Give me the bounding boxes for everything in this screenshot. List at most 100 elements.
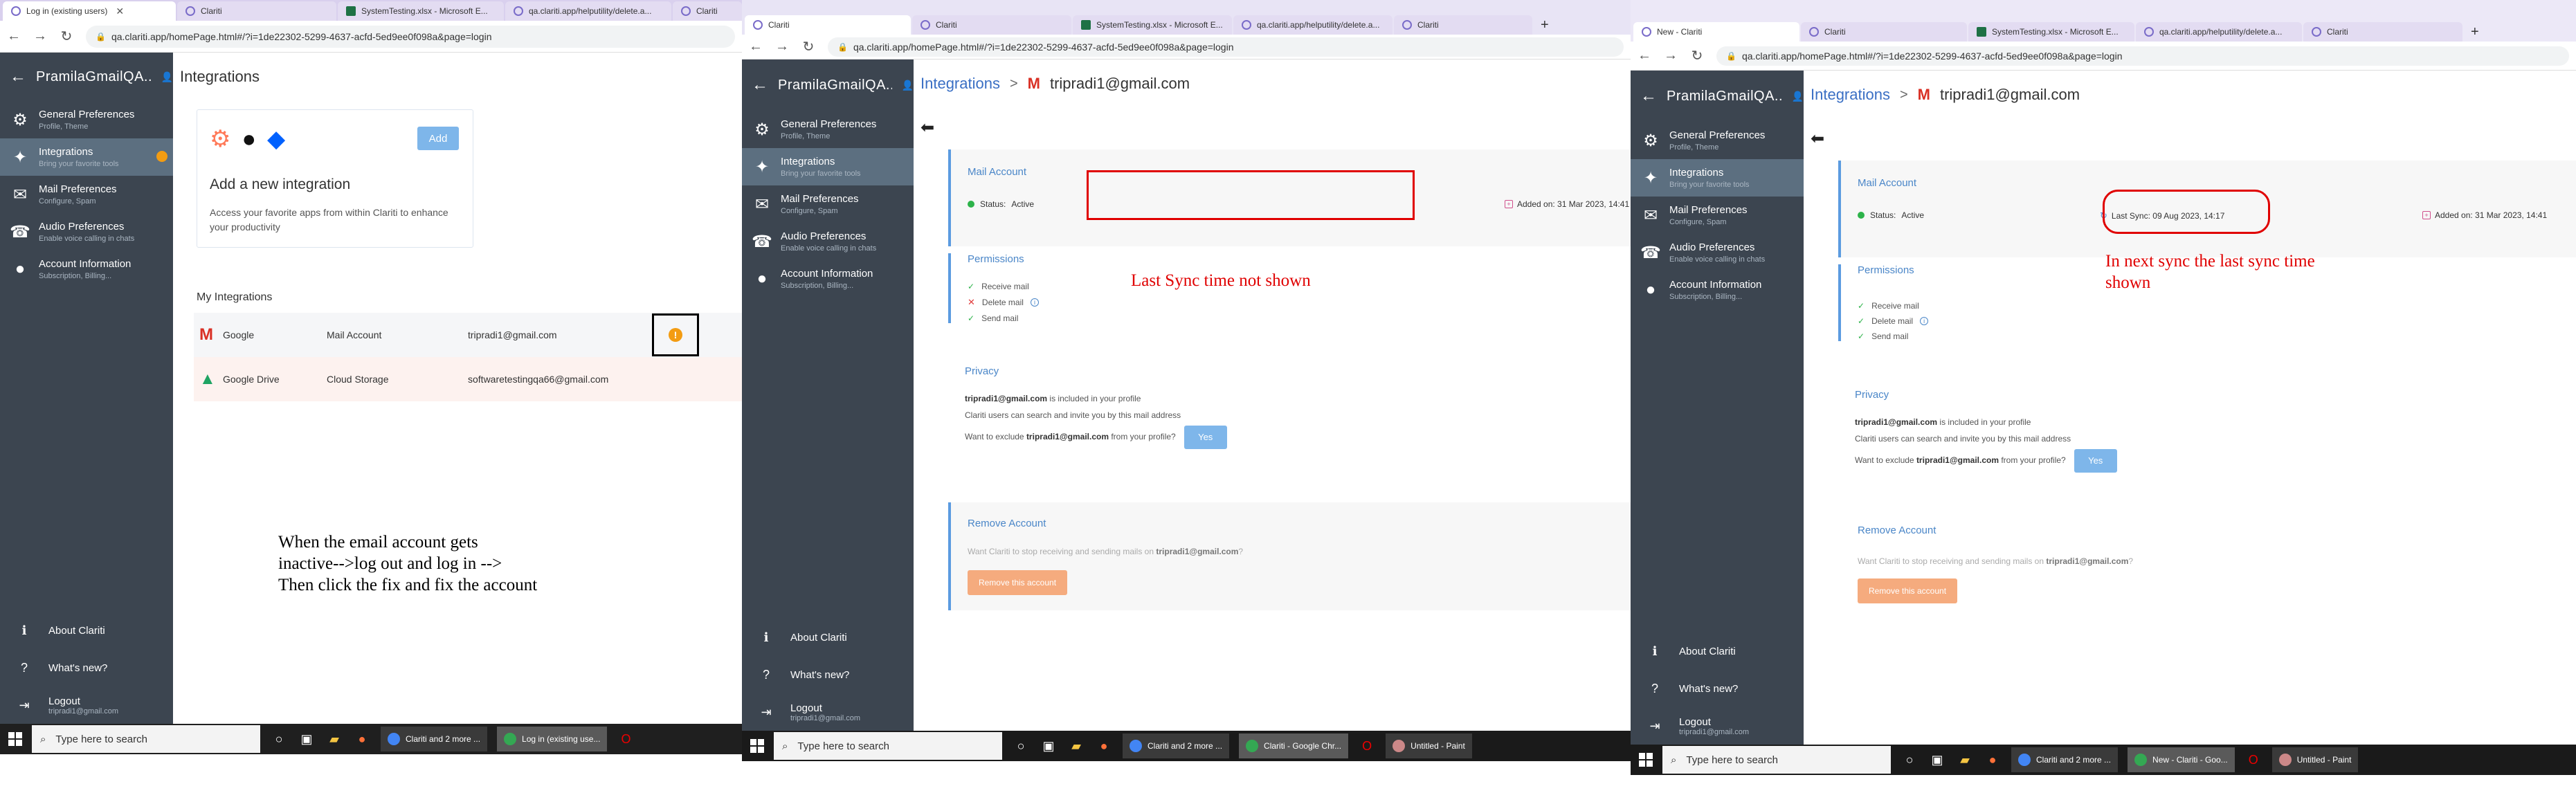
taskbar-app[interactable]: Untitled - Paint	[1386, 733, 1472, 758]
firefox-icon[interactable]: ●	[353, 730, 371, 748]
back-arrow-icon[interactable]: ⬅	[920, 118, 934, 138]
about-link[interactable]: ℹ About Clariti	[1631, 632, 1804, 670]
tab-delete[interactable]: qa.clariti.app/helputility/delete.a...	[505, 1, 671, 21]
tab-delete[interactable]: qa.clariti.app/helputility/delete.a...	[2136, 22, 2302, 42]
opera-icon[interactable]: O	[2244, 751, 2262, 769]
tab-clariti[interactable]: Clariti	[1394, 15, 1532, 35]
sidebar-item-account[interactable]: ● Account Information Subscription, Billin…	[742, 260, 914, 298]
remove-account-button[interactable]: Remove this account	[968, 570, 1067, 595]
breadcrumb-integrations[interactable]: Integrations	[1811, 86, 1890, 104]
file-explorer-icon[interactable]: ▰	[325, 730, 343, 748]
tab-clariti[interactable]: Clariti	[745, 15, 911, 35]
tab-clariti[interactable]: Clariti	[673, 1, 742, 21]
about-link[interactable]: ℹ About Clariti	[0, 612, 173, 649]
back-arrow-icon[interactable]: ←	[7, 28, 21, 44]
taskbar-app[interactable]: Clariti and 2 more ...	[381, 727, 488, 751]
back-arrow-icon[interactable]: ←	[1640, 86, 1657, 106]
back-arrow-icon[interactable]: ←	[10, 67, 26, 86]
cortana-icon[interactable]: ○	[270, 730, 288, 748]
new-tab-button[interactable]: +	[1534, 15, 1556, 35]
about-link[interactable]: ℹ About Clariti	[742, 619, 914, 656]
taskbar-app[interactable]: New - Clariti - Goo...	[2128, 747, 2235, 772]
info-icon[interactable]: i	[1030, 298, 1039, 307]
url-input[interactable]: 🔒 qa.clariti.app/homePage.html#/?i=1de223…	[1716, 46, 2569, 66]
logout-link[interactable]: ⇥ Logout tripradi1@gmail.com	[742, 693, 914, 731]
sidebar-item-mail[interactable]: ✉ Mail Preferences Configure, Spam	[742, 185, 914, 223]
logout-link[interactable]: ⇥ Logout tripradi1@gmail.com	[0, 686, 173, 724]
sidebar-item-general[interactable]: ⚙ General Preferences Profile, Theme	[742, 111, 914, 148]
url-input[interactable]: 🔒 qa.clariti.app/homePage.html#/?i=1de223…	[86, 25, 735, 48]
file-explorer-icon[interactable]: ▰	[1956, 751, 1974, 769]
back-arrow-icon[interactable]: ⬅	[1811, 129, 1824, 149]
sidebar-item-audio[interactable]: ☎ Audio Preferences Enable voice calling i…	[0, 213, 173, 250]
taskbar-app[interactable]: Clariti and 2 more ...	[2011, 747, 2119, 772]
tab-delete[interactable]: qa.clariti.app/helputility/delete.a...	[1233, 15, 1393, 35]
yes-button[interactable]: Yes	[2074, 449, 2117, 473]
windows-start-icon[interactable]	[1639, 753, 1653, 767]
task-view-icon[interactable]: ▣	[1040, 737, 1058, 755]
back-arrow-icon[interactable]: ←	[752, 75, 768, 95]
sidebar-item-audio[interactable]: ☎ Audio Preferences Enable voice calling i…	[1631, 234, 1804, 271]
forward-arrow-icon[interactable]: →	[33, 28, 47, 44]
remove-account-button[interactable]: Remove this account	[1858, 578, 1957, 603]
yes-button[interactable]: Yes	[1183, 426, 1227, 449]
cortana-icon[interactable]: ○	[1012, 737, 1030, 755]
whats-new-link[interactable]: ? What's new?	[742, 656, 914, 693]
taskbar-search[interactable]: ⌕ Type here to search	[774, 732, 1002, 760]
privacy-text: is included in your profile	[1047, 394, 1141, 403]
fix-warning-icon[interactable]: !	[669, 328, 682, 342]
firefox-icon[interactable]: ●	[1984, 751, 2002, 769]
sidebar-item-audio[interactable]: ☎ Audio Preferences Enable voice calling i…	[742, 223, 914, 260]
sidebar-item-integrations[interactable]: ✦ Integrations Bring your favorite tools	[742, 148, 914, 185]
integration-row-drive[interactable]: ▲ Google Drive Cloud Storage softwaretes…	[194, 357, 742, 401]
windows-start-icon[interactable]	[8, 732, 22, 746]
sidebar-item-general[interactable]: ⚙ General Preferences Profile, Theme	[1631, 122, 1804, 159]
sidebar-item-account[interactable]: ● Account Information Subscription, Billin…	[1631, 271, 1804, 309]
info-icon[interactable]: i	[1920, 317, 1929, 325]
url-input[interactable]: 🔒 qa.clariti.app/homePage.html#/?i=1de223…	[828, 37, 1624, 57]
tab-excel[interactable]: SystemTesting.xlsx - Microsoft E...	[1968, 22, 2134, 42]
windows-start-icon[interactable]	[750, 739, 764, 753]
tab-excel[interactable]: SystemTesting.xlsx - Microsoft E...	[1073, 15, 1232, 35]
taskbar-app[interactable]: Untitled - Paint	[2271, 747, 2359, 772]
opera-icon[interactable]: O	[617, 730, 635, 748]
sidebar-item-account[interactable]: ● Account Information Subscription, Billin…	[0, 250, 173, 288]
reload-icon[interactable]: ↻	[801, 38, 815, 55]
reload-icon[interactable]: ↻	[60, 28, 73, 45]
cortana-icon[interactable]: ○	[1901, 751, 1919, 769]
taskbar-search[interactable]: ⌕ Type here to search	[1662, 746, 1891, 774]
tab-new-clariti[interactable]: New - Clariti	[1633, 22, 1799, 42]
whats-new-link[interactable]: ? What's new?	[1631, 670, 1804, 707]
task-view-icon[interactable]: ▣	[298, 730, 316, 748]
forward-arrow-icon[interactable]: →	[775, 39, 789, 55]
taskbar-search[interactable]: ⌕ Type here to search	[32, 725, 260, 753]
opera-icon[interactable]: O	[1358, 737, 1376, 755]
breadcrumb-integrations[interactable]: Integrations	[920, 75, 1000, 93]
sidebar-item-integrations[interactable]: ✦ Integrations Bring your favorite tools	[1631, 159, 1804, 197]
new-tab-button[interactable]: +	[2464, 22, 2486, 42]
tab-clariti[interactable]: Clariti	[177, 1, 336, 21]
sidebar-item-general[interactable]: ⚙ General Preferences Profile, Theme	[0, 101, 173, 138]
back-arrow-icon[interactable]: ←	[749, 39, 763, 55]
tab-login[interactable]: Log in (existing users) ✕	[3, 1, 176, 21]
tab-excel[interactable]: SystemTesting.xlsx - Microsoft E...	[338, 1, 504, 21]
tab-clariti[interactable]: Clariti	[1801, 22, 1967, 42]
tab-clariti[interactable]: Clariti	[912, 15, 1071, 35]
forward-arrow-icon[interactable]: →	[1664, 48, 1678, 64]
add-button[interactable]: Add	[417, 127, 459, 150]
sidebar-item-integrations[interactable]: ✦ Integrations Bring your favorite tools	[0, 138, 173, 176]
task-view-icon[interactable]: ▣	[1928, 751, 1946, 769]
close-icon[interactable]: ✕	[116, 6, 124, 17]
logout-link[interactable]: ⇥ Logout tripradi1@gmail.com	[1631, 707, 1804, 745]
file-explorer-icon[interactable]: ▰	[1067, 737, 1085, 755]
taskbar-app[interactable]: Clariti - Google Chr...	[1239, 733, 1349, 758]
whats-new-link[interactable]: ? What's new?	[0, 649, 173, 686]
sidebar-item-mail[interactable]: ✉ Mail Preferences Configure, Spam	[1631, 197, 1804, 234]
firefox-icon[interactable]: ●	[1095, 737, 1113, 755]
reload-icon[interactable]: ↻	[1690, 47, 1704, 64]
taskbar-app[interactable]: Log in (existing use...	[497, 727, 608, 751]
tab-clariti[interactable]: Clariti	[2303, 22, 2462, 42]
taskbar-app[interactable]: Clariti and 2 more ...	[1123, 733, 1230, 758]
sidebar-item-mail[interactable]: ✉ Mail Preferences Configure, Spam	[0, 176, 173, 213]
back-arrow-icon[interactable]: ←	[1638, 48, 1651, 64]
